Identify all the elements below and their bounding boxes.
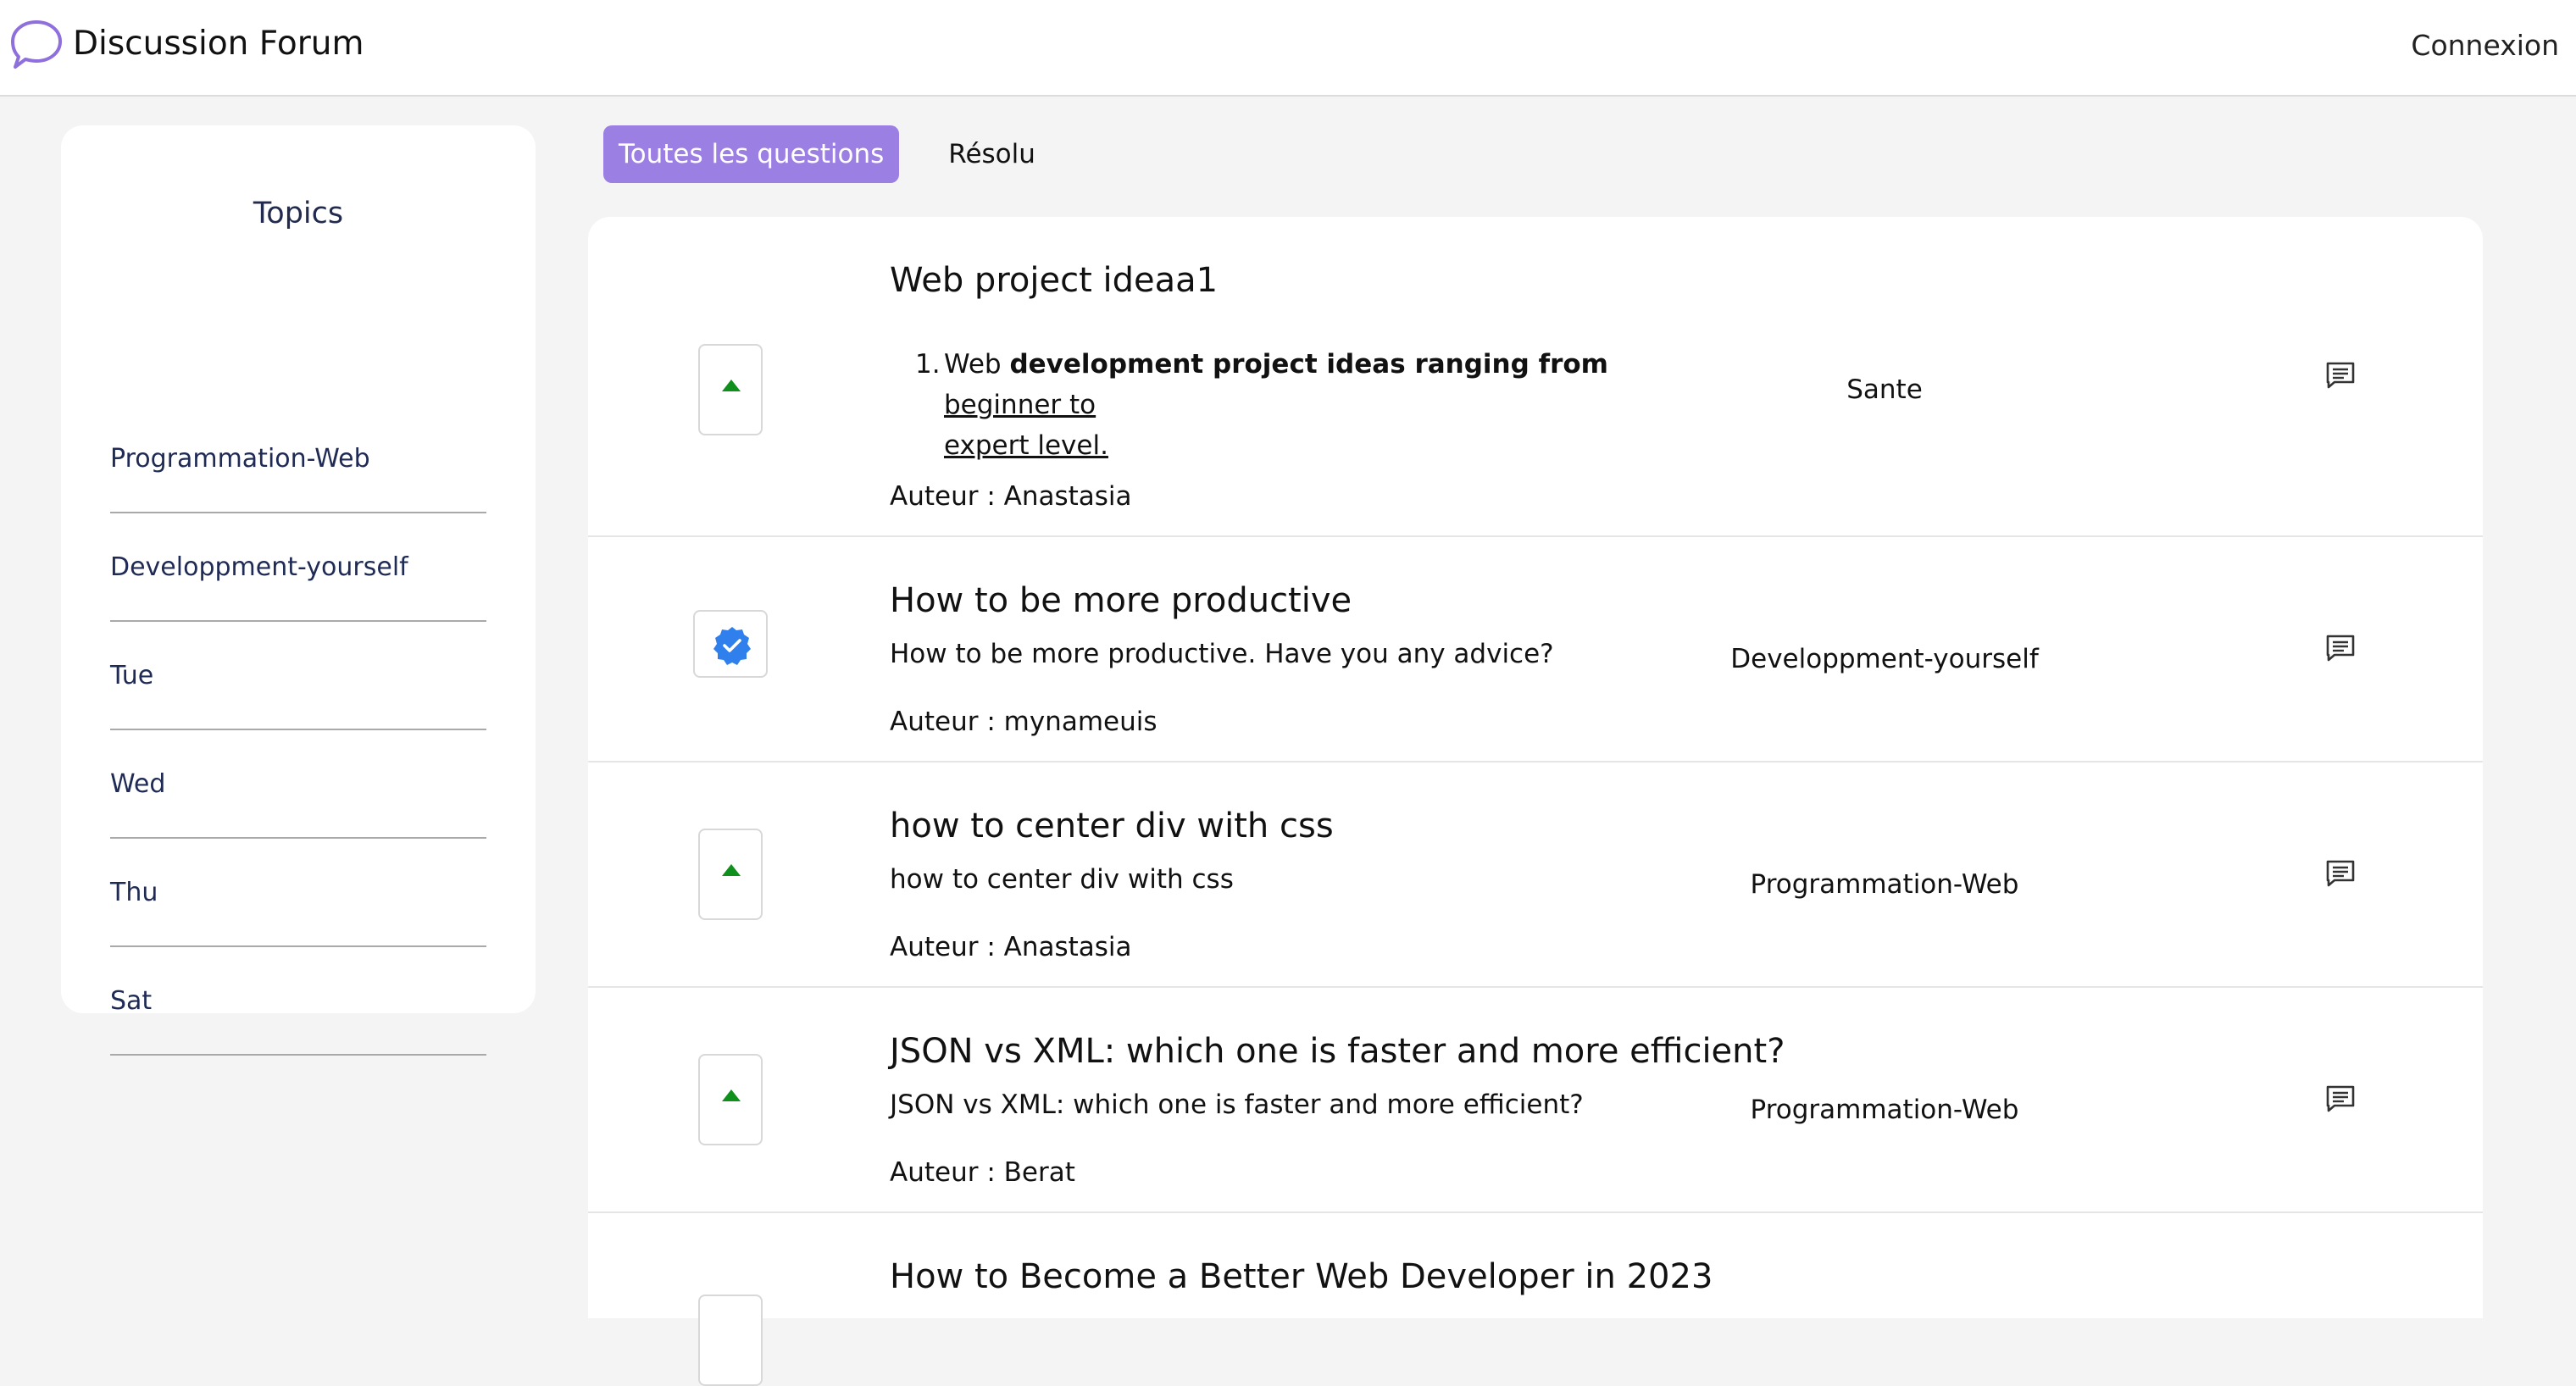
app-title: Discussion Forum (73, 24, 364, 63)
question-author: Auteur : Berat (890, 1157, 1075, 1188)
question-row: JSON vs XML: which one is faster and mor… (588, 988, 2483, 1213)
topics-sidebar: Topics Programmation-Web Developpment-yo… (61, 125, 536, 1056)
question-body: JSON vs XML: which one is faster and mor… (890, 1089, 1584, 1120)
question-title[interactable]: how to center div with css (890, 807, 1334, 845)
login-link[interactable]: Connexion (2411, 29, 2559, 62)
solved-indicator[interactable] (693, 610, 768, 678)
sidebar-item-label: Wed (110, 769, 166, 799)
comment-icon[interactable] (2325, 361, 2356, 390)
question-author: Auteur : mynameuis (890, 707, 1158, 737)
sidebar-title: Topics (253, 197, 344, 230)
comment-icon[interactable] (2325, 1084, 2356, 1113)
sidebar-item-label: Developpment-yourself (110, 552, 408, 582)
upvote-button[interactable] (698, 344, 763, 435)
upvote-arrow-icon (722, 380, 741, 391)
sidebar-item-label: Thu (110, 878, 158, 907)
top-navbar: Discussion Forum Connexion (0, 0, 2576, 97)
question-row: How to be more productive How to be more… (588, 537, 2483, 762)
question-body: how to center div with css (890, 864, 1234, 895)
sidebar-item-wed[interactable]: Wed (110, 730, 486, 839)
question-row: how to center div with css how to center… (588, 762, 2483, 988)
question-title[interactable]: Web project ideaa1 (890, 261, 1218, 300)
upvote-arrow-icon (722, 864, 741, 876)
question-author: Auteur : Anastasia (890, 932, 1132, 962)
upvote-arrow-icon (722, 1089, 741, 1101)
comment-icon[interactable] (2325, 634, 2356, 663)
body-link[interactable]: beginner to (944, 390, 1096, 420)
question-title[interactable]: How to be more productive (890, 581, 1352, 620)
sidebar-item-thu[interactable]: Thu (110, 839, 486, 947)
question-topic[interactable]: Sante (1690, 374, 2079, 405)
question-title[interactable]: How to Become a Better Web Developer in … (890, 1257, 1713, 1296)
question-topic[interactable]: Programmation-Web (1690, 869, 2079, 900)
sidebar-item-sat[interactable]: Sat (110, 947, 486, 1056)
upvote-button[interactable] (698, 1295, 763, 1386)
question-row: How to Become a Better Web Developer in … (588, 1213, 2483, 1386)
sidebar-item-label: Programmation-Web (110, 444, 370, 474)
tab-solved[interactable]: Résolu (948, 139, 1035, 169)
sidebar-item-tue[interactable]: Tue (110, 622, 486, 730)
question-author: Auteur : Anastasia (890, 481, 1132, 512)
question-title[interactable]: JSON vs XML: which one is faster and mor… (890, 1032, 1785, 1071)
sidebar-item-programmation-web[interactable]: Programmation-Web (110, 405, 486, 513)
speech-bubble-icon (8, 17, 64, 76)
question-topic[interactable]: Developpment-yourself (1690, 644, 2079, 674)
brand[interactable]: Discussion Forum (8, 17, 364, 76)
body-link[interactable]: expert level. (944, 430, 1108, 461)
sidebar-item-label: Tue (110, 661, 154, 690)
question-filter-tabs: Toutes les questions Résolu (603, 125, 1035, 183)
tab-all-questions[interactable]: Toutes les questions (603, 125, 900, 183)
sidebar-item-label: Sat (110, 986, 153, 1016)
upvote-button[interactable] (698, 1054, 763, 1145)
question-body: How to be more productive. Have you any … (890, 639, 1554, 669)
question-topic[interactable]: Programmation-Web (1690, 1095, 2079, 1125)
sidebar-item-developpment-yourself[interactable]: Developpment-yourself (110, 513, 486, 622)
question-row: Web project ideaa1 1. Web development pr… (588, 217, 2483, 537)
question-list: Web project ideaa1 1. Web development pr… (588, 217, 2483, 1386)
question-body: 1. Web development project ideas ranging… (915, 349, 1608, 461)
upvote-button[interactable] (698, 829, 763, 920)
comment-icon[interactable] (2325, 859, 2356, 888)
verified-badge-icon (713, 627, 751, 665)
